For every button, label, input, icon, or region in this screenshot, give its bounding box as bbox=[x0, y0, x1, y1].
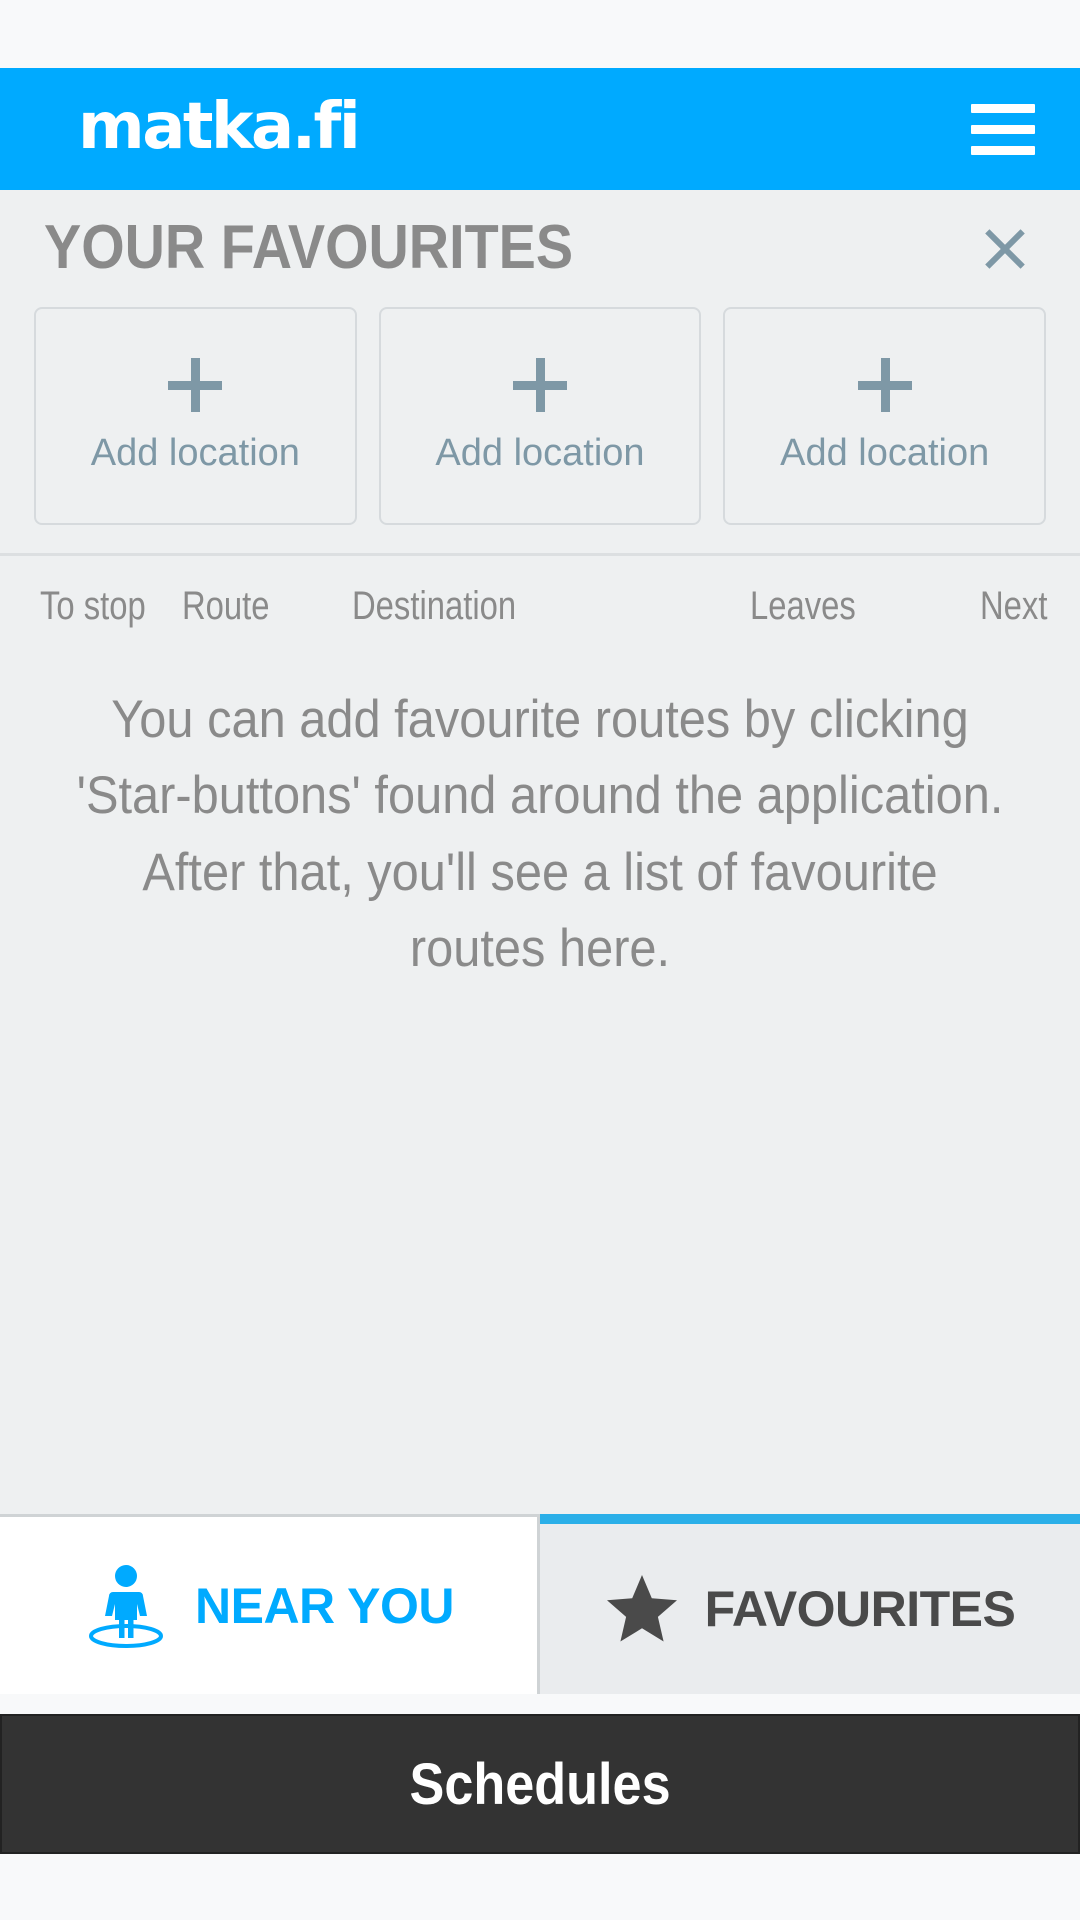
column-header-destination: Destination bbox=[352, 584, 517, 628]
page-title: YOUR FAVOURITES bbox=[44, 213, 574, 282]
schedules-button-label: Schedules bbox=[409, 1751, 671, 1817]
favourite-slots: Add location Add location Add location bbox=[0, 297, 1080, 553]
tab-favourites-label: FAVOURITES bbox=[704, 1581, 1016, 1637]
tab-near-you-label: NEAR YOU bbox=[194, 1577, 455, 1634]
add-location-card-3[interactable]: Add location bbox=[723, 307, 1047, 525]
footer-bar: Schedules bbox=[0, 1694, 1080, 1874]
app-header: matka.fi bbox=[0, 68, 1080, 190]
plus-icon bbox=[513, 357, 567, 412]
hamburger-bar-1 bbox=[971, 103, 1035, 113]
person-location-icon bbox=[83, 1564, 169, 1648]
column-header-route: Route bbox=[182, 584, 270, 628]
add-location-label: Add location bbox=[435, 431, 645, 474]
hamburger-bar-3 bbox=[971, 145, 1035, 155]
favourites-panel: YOUR FAVOURITES Add location Add locatio… bbox=[0, 190, 1080, 1514]
column-header-to-stop: To stop bbox=[40, 584, 146, 628]
status-strip bbox=[0, 0, 1080, 68]
close-x-icon[interactable] bbox=[972, 215, 1038, 281]
empty-state: You can add favourite routes by clicking… bbox=[0, 652, 1080, 1514]
hamburger-bar-2 bbox=[971, 124, 1035, 134]
app-root: matka.fi YOUR FAVOURITES Add location Ad… bbox=[0, 0, 1080, 1920]
add-location-card-2[interactable]: Add location bbox=[378, 307, 702, 525]
plus-icon bbox=[857, 357, 912, 412]
schedules-button[interactable]: Schedules bbox=[0, 1714, 1080, 1854]
add-location-label: Add location bbox=[780, 431, 990, 474]
column-header-leaves: Leaves bbox=[750, 584, 856, 628]
matka-fi-logo[interactable]: matka.fi bbox=[78, 95, 361, 159]
add-location-card-1[interactable]: Add location bbox=[34, 307, 357, 525]
hamburger-menu-icon[interactable] bbox=[960, 94, 1046, 164]
table-column-headers: To stop Route Destination Leaves Next bbox=[0, 556, 1080, 652]
star-icon bbox=[605, 1573, 679, 1645]
column-header-next: Next bbox=[980, 584, 1048, 628]
add-location-label: Add location bbox=[90, 431, 300, 474]
tab-favourites[interactable]: FAVOURITES bbox=[540, 1514, 1080, 1694]
panel-titlebar: YOUR FAVOURITES bbox=[0, 190, 1080, 297]
bottom-tabbar: NEAR YOU FAVOURITES bbox=[0, 1514, 1080, 1694]
tab-near-you[interactable]: NEAR YOU bbox=[0, 1517, 540, 1694]
bottom-gap bbox=[0, 1874, 1080, 1920]
plus-icon bbox=[168, 357, 223, 412]
empty-state-message: You can add favourite routes by clicking… bbox=[76, 690, 1004, 978]
